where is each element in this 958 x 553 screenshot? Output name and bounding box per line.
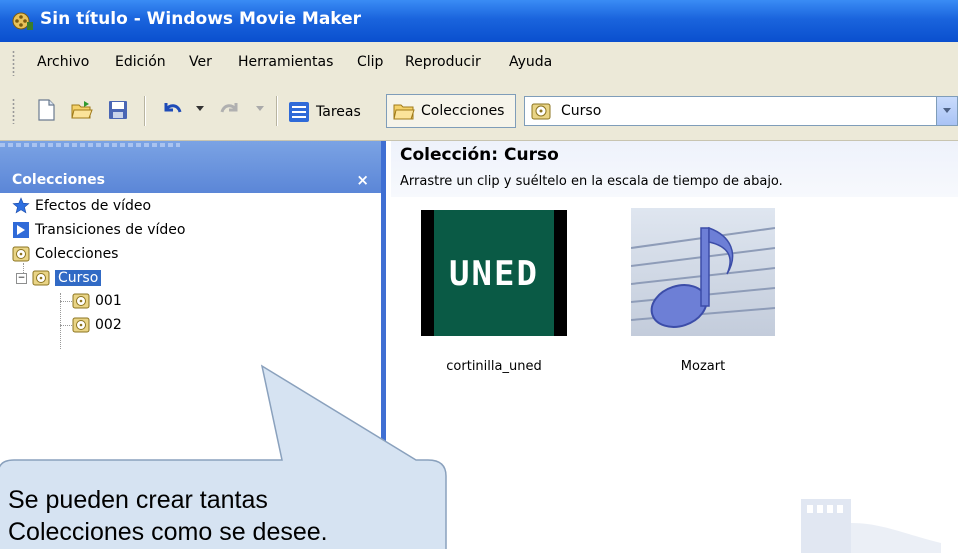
tree-item-002[interactable]: 002	[72, 316, 122, 334]
tree-connector	[60, 325, 72, 326]
menu-herramientas[interactable]: Herramientas	[238, 54, 333, 70]
tree-connector	[60, 301, 72, 302]
tree-item-label: Efectos de vídeo	[35, 198, 152, 214]
save-icon[interactable]	[106, 98, 130, 122]
collection-icon	[531, 103, 551, 120]
window-title: Sin título - Windows Movie Maker	[40, 9, 362, 29]
collections-label: Colecciones	[421, 103, 505, 119]
menu-ayuda[interactable]: Ayuda	[509, 54, 552, 70]
collection-icon	[72, 317, 90, 333]
movie-maker-app-icon	[12, 12, 33, 30]
menu-reproducir[interactable]: Reproducir	[405, 54, 481, 70]
collections-pane-header: Colecciones ×	[0, 141, 381, 193]
tasks-icon	[289, 102, 309, 122]
toolbar-separator	[276, 96, 278, 126]
title-bar: Sin título - Windows Movie Maker	[0, 0, 958, 42]
redo-icon	[220, 103, 238, 113]
close-icon[interactable]: ×	[356, 171, 369, 189]
new-file-icon[interactable]	[34, 98, 58, 122]
clip-name[interactable]: Mozart	[631, 359, 775, 374]
collection-icon	[32, 270, 50, 286]
collection-header: Colección: Curso Arrastre un clip y suél…	[391, 141, 958, 197]
tree-item-label: 002	[95, 317, 122, 333]
collection-title: Colección: Curso	[400, 145, 559, 165]
collection-icon	[12, 246, 30, 262]
tree-item-curso[interactable]: − Curso	[16, 269, 102, 287]
tree-item-label: Curso	[55, 270, 102, 286]
chevron-down-icon[interactable]	[936, 97, 957, 125]
clip-name[interactable]: cortinilla_uned	[421, 359, 567, 374]
music-note-icon	[630, 226, 776, 328]
collection-instructions: Arrastre un clip y suéltelo en la escala…	[400, 174, 783, 189]
tree-item-label: Colecciones	[35, 246, 119, 262]
collections-pane-title: Colecciones	[12, 172, 105, 188]
undo-dropdown-icon[interactable]	[196, 106, 204, 111]
pane-grip	[0, 143, 180, 147]
collapse-icon[interactable]: −	[16, 272, 27, 284]
menu-edicion[interactable]: Edición	[115, 54, 166, 70]
tasks-label: Tareas	[316, 104, 361, 120]
collection-icon	[72, 293, 90, 309]
open-folder-icon[interactable]	[70, 98, 94, 122]
toolbar: Tareas Colecciones Curso	[0, 84, 958, 141]
callout-line-2: Colecciones como se desee.	[8, 518, 328, 546]
star-icon	[12, 197, 30, 214]
callout-line-1: Se pueden crear tantas	[8, 486, 268, 514]
undo-icon[interactable]	[160, 98, 184, 122]
menu-archivo[interactable]: Archivo	[37, 54, 89, 70]
collection-select-value: Curso	[561, 103, 602, 119]
toolbar-separator	[144, 96, 146, 126]
menu-bar: Archivo Edición Ver Herramientas Clip Re…	[0, 42, 958, 85]
tree-item-collections[interactable]: Colecciones	[12, 245, 118, 263]
collections-button[interactable]: Colecciones	[386, 94, 516, 128]
redo-dropdown-icon	[256, 106, 264, 111]
tasks-button[interactable]: Tareas	[288, 96, 361, 128]
callout-text: Se pueden crear tantas Colecciones como …	[8, 484, 328, 548]
menubar-grip	[12, 50, 15, 76]
collections-folder-icon	[393, 104, 415, 120]
toolbar-grip	[12, 98, 15, 124]
clip-thumbnail-mozart[interactable]	[630, 208, 776, 336]
tree-item-video-effects[interactable]: Efectos de vídeo	[12, 197, 151, 215]
tree-item-video-transitions[interactable]: Transiciones de vídeo	[12, 221, 185, 239]
collection-select[interactable]: Curso	[524, 96, 958, 126]
tree-item-label: 001	[95, 293, 122, 309]
clip-thumbnail-uned[interactable]: UNED	[421, 210, 567, 336]
film-strip-watermark	[801, 499, 941, 553]
collection-content-pane: Colección: Curso Arrastre un clip y suél…	[391, 141, 958, 553]
tree-item-label: Transiciones de vídeo	[35, 222, 186, 238]
transition-icon	[13, 222, 29, 238]
menu-clip[interactable]: Clip	[357, 54, 383, 70]
uned-logo-text: UNED	[449, 254, 539, 294]
menu-ver[interactable]: Ver	[189, 54, 212, 70]
tree-item-001[interactable]: 001	[72, 292, 122, 310]
